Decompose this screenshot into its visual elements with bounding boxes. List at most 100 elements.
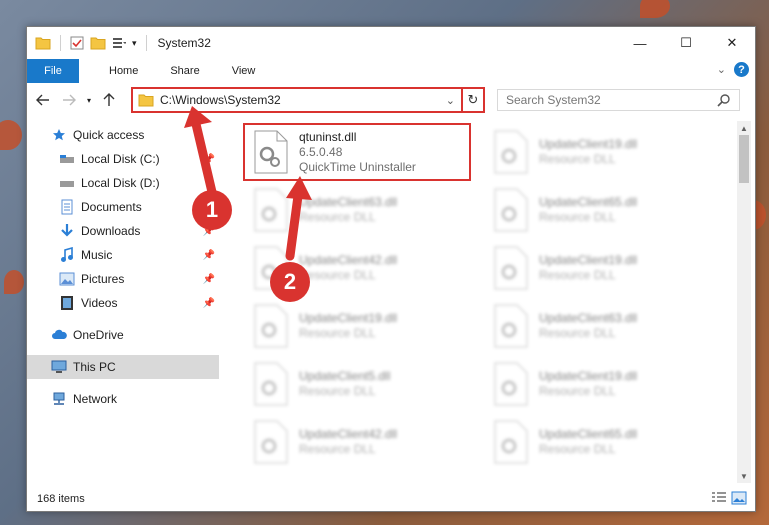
window-title: System32 [157, 36, 211, 50]
file-item[interactable]: UpdateClient42.dll Resource DLL [243, 413, 473, 471]
help-button[interactable]: ? [734, 62, 749, 77]
expand-ribbon-icon[interactable]: ⌄ [717, 63, 726, 76]
sidebar-item-music[interactable]: Music 📌 [27, 243, 219, 267]
sidebar-item-label: Pictures [81, 272, 125, 286]
background-leaf [0, 120, 22, 150]
scrollbar-thumb[interactable] [739, 135, 749, 183]
refresh-button[interactable]: ↻ [461, 87, 485, 113]
star-icon [51, 127, 67, 143]
back-arrow-icon [36, 94, 49, 106]
address-bar[interactable]: C:\Windows\System32 ⌄ [131, 87, 481, 113]
file-item[interactable]: UpdateClient63.dll Resource DLL [243, 181, 473, 239]
pin-icon[interactable]: 📌 [203, 298, 215, 309]
sidebar-item-local-disk-c[interactable]: Local Disk (C:) 📌 [27, 147, 219, 171]
computer-icon [51, 359, 67, 375]
dll-file-icon [253, 362, 289, 406]
file-type: Resource DLL [539, 268, 616, 282]
file-item[interactable]: UpdateClient63.dll Resource DLL [483, 297, 713, 355]
file-name: UpdateClient19.dll [299, 311, 398, 325]
forward-arrow-icon [63, 94, 76, 106]
title-bar: ▾ System32 — ☐ ✕ [27, 27, 755, 59]
folder-icon [35, 37, 51, 50]
tab-view[interactable]: View [218, 59, 270, 83]
sidebar-item-downloads[interactable]: Downloads 📌 [27, 219, 219, 243]
sidebar-item-videos[interactable]: Videos 📌 [27, 291, 219, 315]
sidebar-item-label: Local Disk (C:) [81, 152, 160, 166]
file-item[interactable]: UpdateClient19.dll Resource DLL [243, 297, 473, 355]
sidebar-item-label: OneDrive [73, 328, 124, 342]
large-icons-view-icon[interactable] [731, 491, 747, 505]
vertical-scrollbar[interactable]: ▲ ▼ [737, 121, 751, 483]
dll-file-icon [493, 420, 529, 464]
chevron-down-icon[interactable]: ⌄ [446, 94, 455, 107]
file-type: Resource DLL [299, 326, 376, 340]
sidebar-item-this-pc[interactable]: This PC [27, 355, 219, 379]
quick-access-toolbar: ▾ [27, 35, 150, 51]
sidebar-item-quick-access[interactable]: Quick access [27, 123, 219, 147]
scroll-down-icon[interactable]: ▼ [737, 469, 751, 483]
sidebar-item-label: Quick access [73, 128, 145, 142]
recent-locations-button[interactable]: ▾ [79, 89, 99, 111]
forward-button[interactable] [59, 89, 79, 111]
properties-icon[interactable] [70, 36, 84, 50]
minimize-button[interactable]: — [617, 27, 663, 59]
drive-icon [59, 175, 75, 191]
file-type: Resource DLL [539, 326, 616, 340]
highlight-box [243, 123, 471, 181]
sidebar-item-pictures[interactable]: Pictures 📌 [27, 267, 219, 291]
search-input[interactable] [498, 93, 717, 107]
dropdown-arrow-icon[interactable]: ▾ [132, 38, 137, 49]
tab-home[interactable]: Home [95, 59, 152, 83]
sidebar-item-documents[interactable]: Documents 📌 [27, 195, 219, 219]
file-type: Resource DLL [299, 442, 376, 456]
search-icon[interactable] [717, 93, 731, 107]
scroll-up-icon[interactable]: ▲ [737, 121, 751, 135]
pictures-icon [59, 271, 75, 287]
file-name: UpdateClient5.dll [299, 369, 391, 383]
back-button[interactable] [33, 89, 53, 111]
file-type: Resource DLL [539, 152, 616, 166]
up-button[interactable] [99, 89, 119, 111]
sidebar-item-label: Downloads [81, 224, 141, 238]
file-item[interactable]: UpdateClient5.dll Resource DLL [243, 355, 473, 413]
dll-file-icon [493, 362, 529, 406]
step-badge-1: 1 [192, 190, 232, 230]
file-item[interactable]: UpdateClient19.dll Resource DLL [483, 123, 713, 181]
tab-file[interactable]: File [27, 59, 79, 83]
network-icon [51, 391, 67, 407]
details-view-icon[interactable] [711, 491, 727, 505]
file-name: UpdateClient63.dll [299, 195, 398, 209]
sidebar-item-network[interactable]: Network [27, 387, 219, 411]
file-name: UpdateClient63.dll [539, 311, 638, 325]
file-name: UpdateClient65.dll [539, 427, 638, 441]
file-type: Resource DLL [539, 210, 616, 224]
file-name: UpdateClient65.dll [539, 195, 638, 209]
dll-file-icon [493, 304, 529, 348]
file-item[interactable]: UpdateClient19.dll Resource DLL [483, 355, 713, 413]
file-item[interactable]: UpdateClient65.dll Resource DLL [483, 181, 713, 239]
close-button[interactable]: ✕ [709, 27, 755, 59]
file-type: Resource DLL [299, 210, 376, 224]
dll-file-icon [493, 188, 529, 232]
step-badge-2: 2 [270, 262, 310, 302]
pin-icon[interactable]: 📌 [203, 154, 215, 165]
refresh-icon: ↻ [467, 92, 479, 107]
pin-icon[interactable]: 📌 [203, 274, 215, 285]
sidebar-item-label: Local Disk (D:) [81, 176, 160, 190]
folder-icon [138, 94, 154, 107]
dll-file-icon [493, 246, 529, 290]
tab-share[interactable]: Share [156, 59, 213, 83]
new-folder-icon[interactable] [90, 36, 106, 50]
file-type: Resource DLL [539, 384, 616, 398]
sidebar-item-onedrive[interactable]: OneDrive [27, 323, 219, 347]
background-leaf [640, 0, 670, 18]
sidebar-item-local-disk-d[interactable]: Local Disk (D:) [27, 171, 219, 195]
navigation-pane: Quick access Local Disk (C:) 📌 Local Dis… [27, 123, 219, 485]
maximize-button[interactable]: ☐ [663, 27, 709, 59]
dll-file-icon [493, 130, 529, 174]
ribbon-tabs: File Home Share View ⌄ ? [27, 59, 755, 83]
customize-qat-icon[interactable] [112, 37, 126, 49]
file-item[interactable]: UpdateClient65.dll Resource DLL [483, 413, 713, 471]
file-item[interactable]: UpdateClient19.dll Resource DLL [483, 239, 713, 297]
pin-icon[interactable]: 📌 [203, 250, 215, 261]
